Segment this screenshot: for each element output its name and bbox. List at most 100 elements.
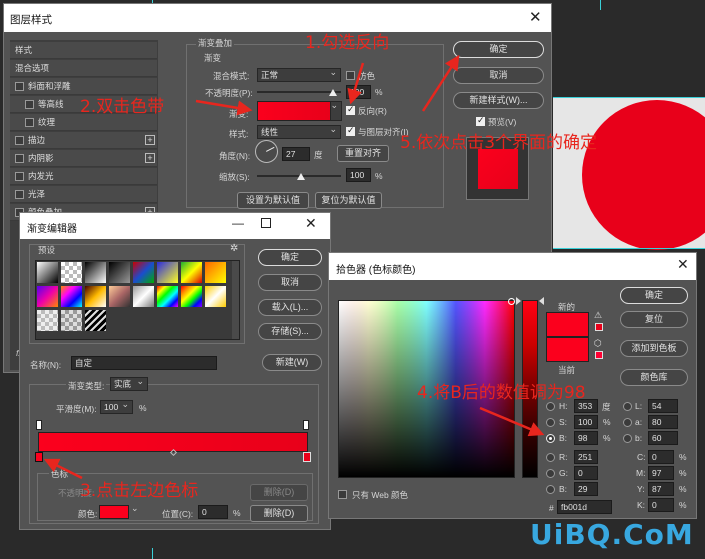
blue-input[interactable]: 29 (574, 482, 598, 496)
g-input[interactable]: 0 (574, 466, 598, 480)
preview-checkbox[interactable] (476, 115, 485, 126)
sidebar-item[interactable]: 描边 + (10, 132, 157, 149)
dither-checkbox[interactable] (346, 71, 355, 80)
save-button[interactable]: 存储(S)... (258, 323, 322, 340)
lab-b-input[interactable]: 60 (648, 431, 678, 445)
name-input[interactable]: 自定 (71, 356, 217, 370)
gradient-preset-swatch[interactable] (109, 286, 130, 307)
stop-color-swatch[interactable] (99, 505, 129, 519)
opacity-stop-right[interactable] (303, 420, 309, 430)
gradient-preset-swatch[interactable] (109, 262, 130, 283)
add-effect-icon[interactable]: + (145, 135, 155, 145)
add-effect-icon[interactable]: + (145, 153, 155, 163)
gradient-dropdown[interactable] (330, 99, 342, 121)
blend-mode-select[interactable]: 正常 (257, 66, 341, 82)
picker-reset-button[interactable]: 复位 (620, 311, 688, 328)
gradient-preset-swatch[interactable] (133, 286, 154, 307)
g-radio[interactable] (546, 469, 555, 478)
color-field-cursor[interactable] (508, 298, 515, 305)
a-input[interactable]: 80 (648, 415, 678, 429)
smoothness-input[interactable]: 100 (100, 398, 133, 414)
k-input[interactable]: 0 (648, 498, 674, 512)
gradient-preset-swatch[interactable] (205, 286, 226, 307)
close-icon[interactable]: ✕ (305, 215, 317, 232)
sidebar-checkbox[interactable] (15, 154, 24, 163)
gradient-preset-swatch[interactable] (37, 262, 58, 283)
new-style-button[interactable]: 新建样式(W)... (453, 92, 544, 109)
scale-slider-thumb[interactable] (297, 173, 305, 180)
reset-align-button[interactable]: 重置对齐 (337, 145, 389, 162)
sidebar-checkbox[interactable] (15, 136, 24, 145)
gradient-preset-swatch[interactable] (85, 262, 106, 283)
gradient-preset-swatch[interactable] (37, 310, 58, 331)
load-button[interactable]: 载入(L)... (258, 299, 322, 316)
r-input[interactable]: 251 (574, 450, 598, 464)
maximize-icon[interactable] (261, 218, 271, 228)
m-input[interactable]: 97 (648, 466, 674, 480)
preset-scrollbar[interactable] (232, 261, 239, 339)
scale-input[interactable]: 100 (346, 168, 371, 182)
angle-input[interactable]: 27 (282, 147, 310, 161)
gradient-preset-swatch[interactable] (61, 262, 82, 283)
gradient-ok-button[interactable]: 确定 (258, 249, 322, 266)
r-radio[interactable] (546, 453, 555, 462)
gradient-preset-swatch[interactable] (157, 286, 178, 307)
delete-color-stop-button[interactable]: 删除(D) (250, 505, 308, 522)
color-stop-right[interactable] (303, 452, 311, 462)
s-input[interactable]: 100 (574, 415, 598, 429)
gradient-type-select[interactable]: 实底 (110, 375, 148, 391)
sidebar-checkbox[interactable] (15, 190, 24, 199)
h-radio[interactable] (546, 402, 555, 411)
c-input[interactable]: 0 (648, 450, 674, 464)
close-icon[interactable]: ✕ (677, 256, 689, 273)
new-gradient-button[interactable]: 新建(W) (262, 354, 322, 371)
opacity-stop-left[interactable] (36, 420, 42, 430)
sidebar-item[interactable]: 内阴影 + (10, 150, 157, 167)
b-input[interactable]: 98 (574, 431, 598, 445)
layer-style-ok-button[interactable]: 确定 (453, 41, 544, 58)
reset-default-button[interactable]: 复位为默认值 (315, 192, 382, 209)
close-icon[interactable]: ✕ (529, 8, 542, 26)
picker-ok-button[interactable]: 确定 (620, 287, 688, 304)
opacity-input[interactable]: 100 (346, 85, 371, 99)
sidebar-checkbox[interactable] (25, 118, 34, 127)
gradient-preset-swatch[interactable] (85, 286, 106, 307)
angle-dial[interactable] (255, 140, 278, 163)
add-swatch-button[interactable]: 添加到色板 (620, 340, 688, 357)
blue-radio[interactable] (546, 485, 555, 494)
s-radio[interactable] (546, 418, 555, 427)
layer-style-cancel-button[interactable]: 取消 (453, 67, 544, 84)
style-select[interactable]: 线性 (257, 123, 341, 139)
gear-icon[interactable]: ✲ (230, 243, 238, 254)
sidebar-checkbox[interactable] (15, 82, 24, 91)
gradient-preset-swatch[interactable] (37, 286, 58, 307)
gradient-preset-swatch[interactable] (181, 262, 202, 283)
y-input[interactable]: 87 (648, 482, 674, 496)
gradient-preset-swatch[interactable] (61, 310, 82, 331)
gradient-preset-swatch[interactable] (205, 262, 226, 283)
gradient-preset-swatch[interactable] (61, 286, 82, 307)
gradient-strip[interactable] (257, 101, 331, 121)
hue-slider-arrow-right[interactable] (539, 297, 544, 305)
a-radio[interactable] (623, 418, 632, 427)
sidebar-item[interactable]: 内发光 (10, 168, 157, 185)
gamut-swatch[interactable] (595, 323, 603, 331)
sidebar-item[interactable]: 混合选项 (10, 60, 157, 77)
web-safe-swatch[interactable] (595, 351, 603, 359)
l-input[interactable]: 54 (648, 399, 678, 413)
gradient-preset-swatch[interactable] (181, 286, 202, 307)
color-library-button[interactable]: 颜色库 (620, 369, 688, 386)
sidebar-checkbox[interactable] (15, 172, 24, 181)
sidebar-checkbox[interactable] (25, 100, 34, 109)
lab-b-radio[interactable] (623, 434, 632, 443)
gradient-preset-swatch[interactable] (157, 262, 178, 283)
b-radio[interactable] (546, 434, 555, 443)
color-stop-left[interactable] (35, 452, 43, 462)
l-radio[interactable] (623, 402, 632, 411)
hue-slider-arrow-left[interactable] (516, 297, 521, 305)
opacity-slider-thumb[interactable] (329, 89, 337, 96)
stop-position-input[interactable]: 0 (198, 505, 228, 519)
sidebar-item[interactable]: 光泽 (10, 186, 157, 203)
current-color-swatch[interactable] (546, 337, 589, 362)
sidebar-item[interactable]: 样式 (10, 42, 157, 59)
